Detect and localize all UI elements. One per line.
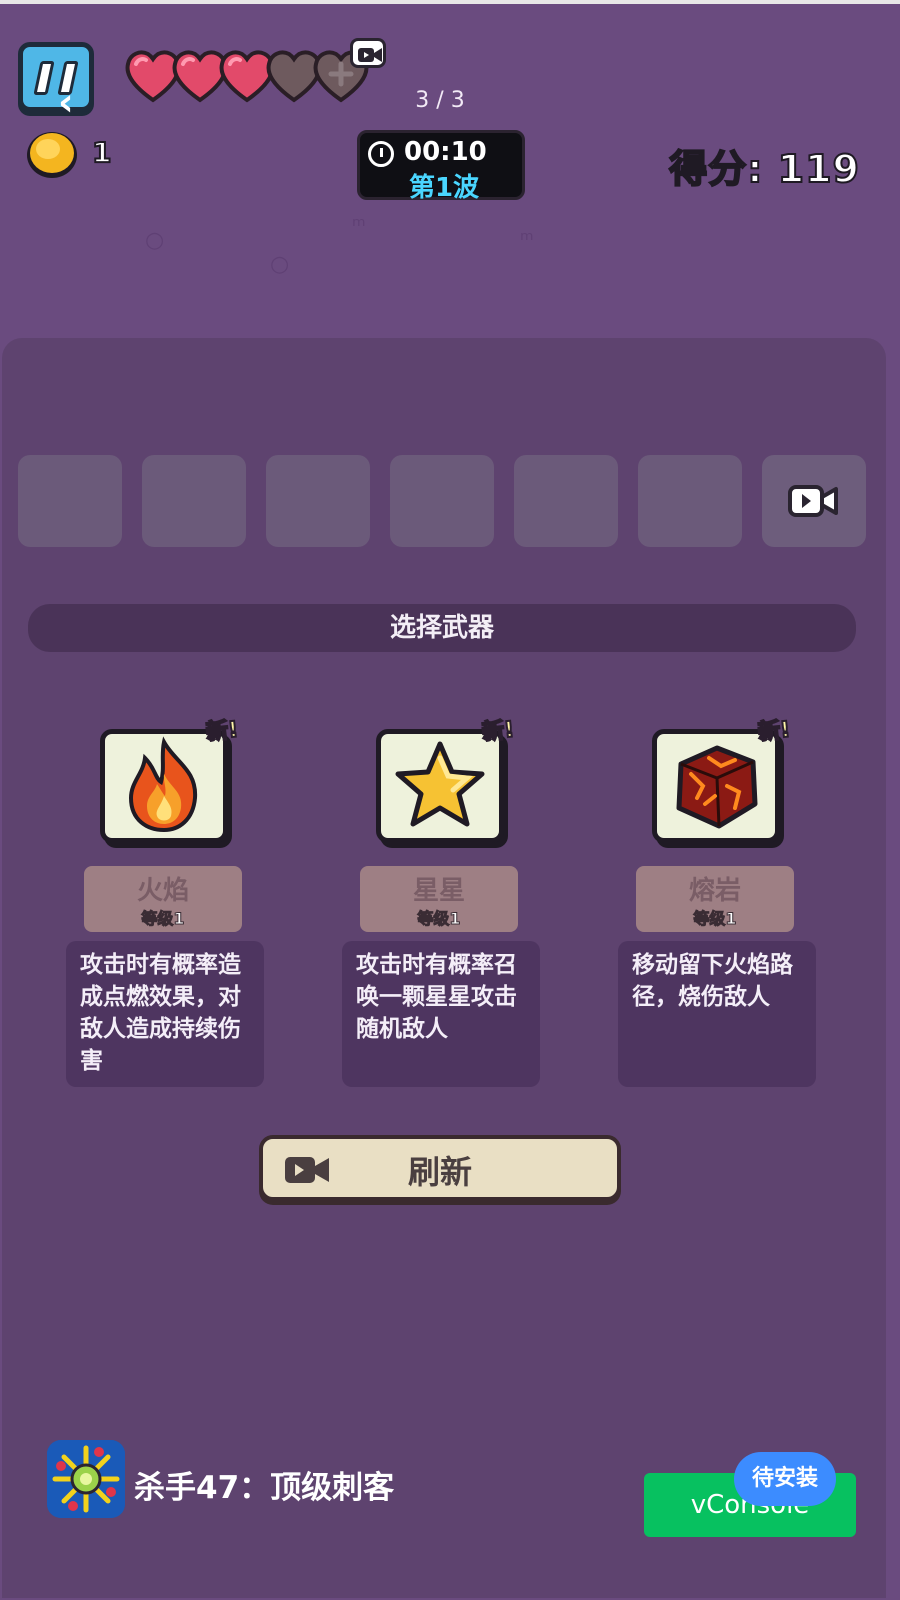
unlock-slot-video-button[interactable] (762, 455, 866, 547)
weapon-slot (638, 455, 742, 547)
video-ad-icon[interactable] (350, 38, 386, 68)
weapon-name-plate: 星星 等级1 (360, 866, 518, 932)
video-camera-icon (788, 485, 838, 517)
weapon-slot (142, 455, 246, 547)
weapon-level: 等级1 (417, 909, 461, 929)
weapon-name: 熔岩 (688, 876, 741, 906)
weapon-name-plate: 熔岩 等级1 (636, 866, 794, 932)
install-badge[interactable]: 待安装 (734, 1452, 836, 1506)
coin-count: 1 (91, 135, 113, 170)
game-ad-icon[interactable] (47, 1440, 125, 1518)
page-indicator: 3 / 3 (415, 88, 465, 113)
weapon-level: 等级1 (693, 909, 737, 929)
coin-icon (27, 132, 77, 178)
weapon-level: 等级1 (141, 909, 185, 929)
top-frame-edge (0, 0, 900, 4)
timer-text: 00:10 (404, 137, 487, 167)
weapon-name: 火焰 (136, 876, 189, 906)
score-label: 得分: 119 (668, 146, 860, 192)
weapon-name: 星星 (412, 876, 465, 906)
clock-icon (368, 141, 394, 167)
game-ad-title[interactable]: 杀手47：顶级刺客 (134, 1462, 394, 1507)
wave-label: 第1波 (408, 173, 480, 203)
refresh-label: 刷新 (407, 1153, 472, 1191)
weapon-description: 攻击时有概率造成点燃效果，对敌人造成持续伤害 (66, 941, 264, 1087)
refresh-button[interactable]: 刷新 (259, 1135, 621, 1201)
weapon-description: 攻击时有概率召唤一颗星星攻击随机敌人 (342, 941, 540, 1087)
back-arrow-icon[interactable]: ‹ (58, 80, 74, 124)
timer-panel: 00:10 第1波 (357, 130, 525, 203)
new-tag: 新! (480, 716, 516, 746)
weapon-slot (266, 455, 370, 547)
section-title: 选择武器 (28, 604, 856, 652)
bg-doodle: ᵐ (352, 214, 366, 239)
new-tag: 新! (204, 716, 240, 746)
weapon-description: 移动留下火焰路径，烧伤敌人 (618, 941, 816, 1087)
weapon-slot (18, 455, 122, 547)
pause-icon (33, 61, 55, 95)
bg-doodle: ᵐ (520, 228, 534, 253)
bg-doodle: ○ (270, 252, 290, 277)
weapon-slot (514, 455, 618, 547)
health-hearts (122, 44, 382, 108)
bg-doodle: ○ (145, 228, 165, 253)
new-tag: 新! (756, 716, 792, 746)
weapon-name-plate: 火焰 等级1 (84, 866, 242, 932)
pause-button[interactable] (18, 42, 94, 112)
weapon-slot (390, 455, 494, 547)
